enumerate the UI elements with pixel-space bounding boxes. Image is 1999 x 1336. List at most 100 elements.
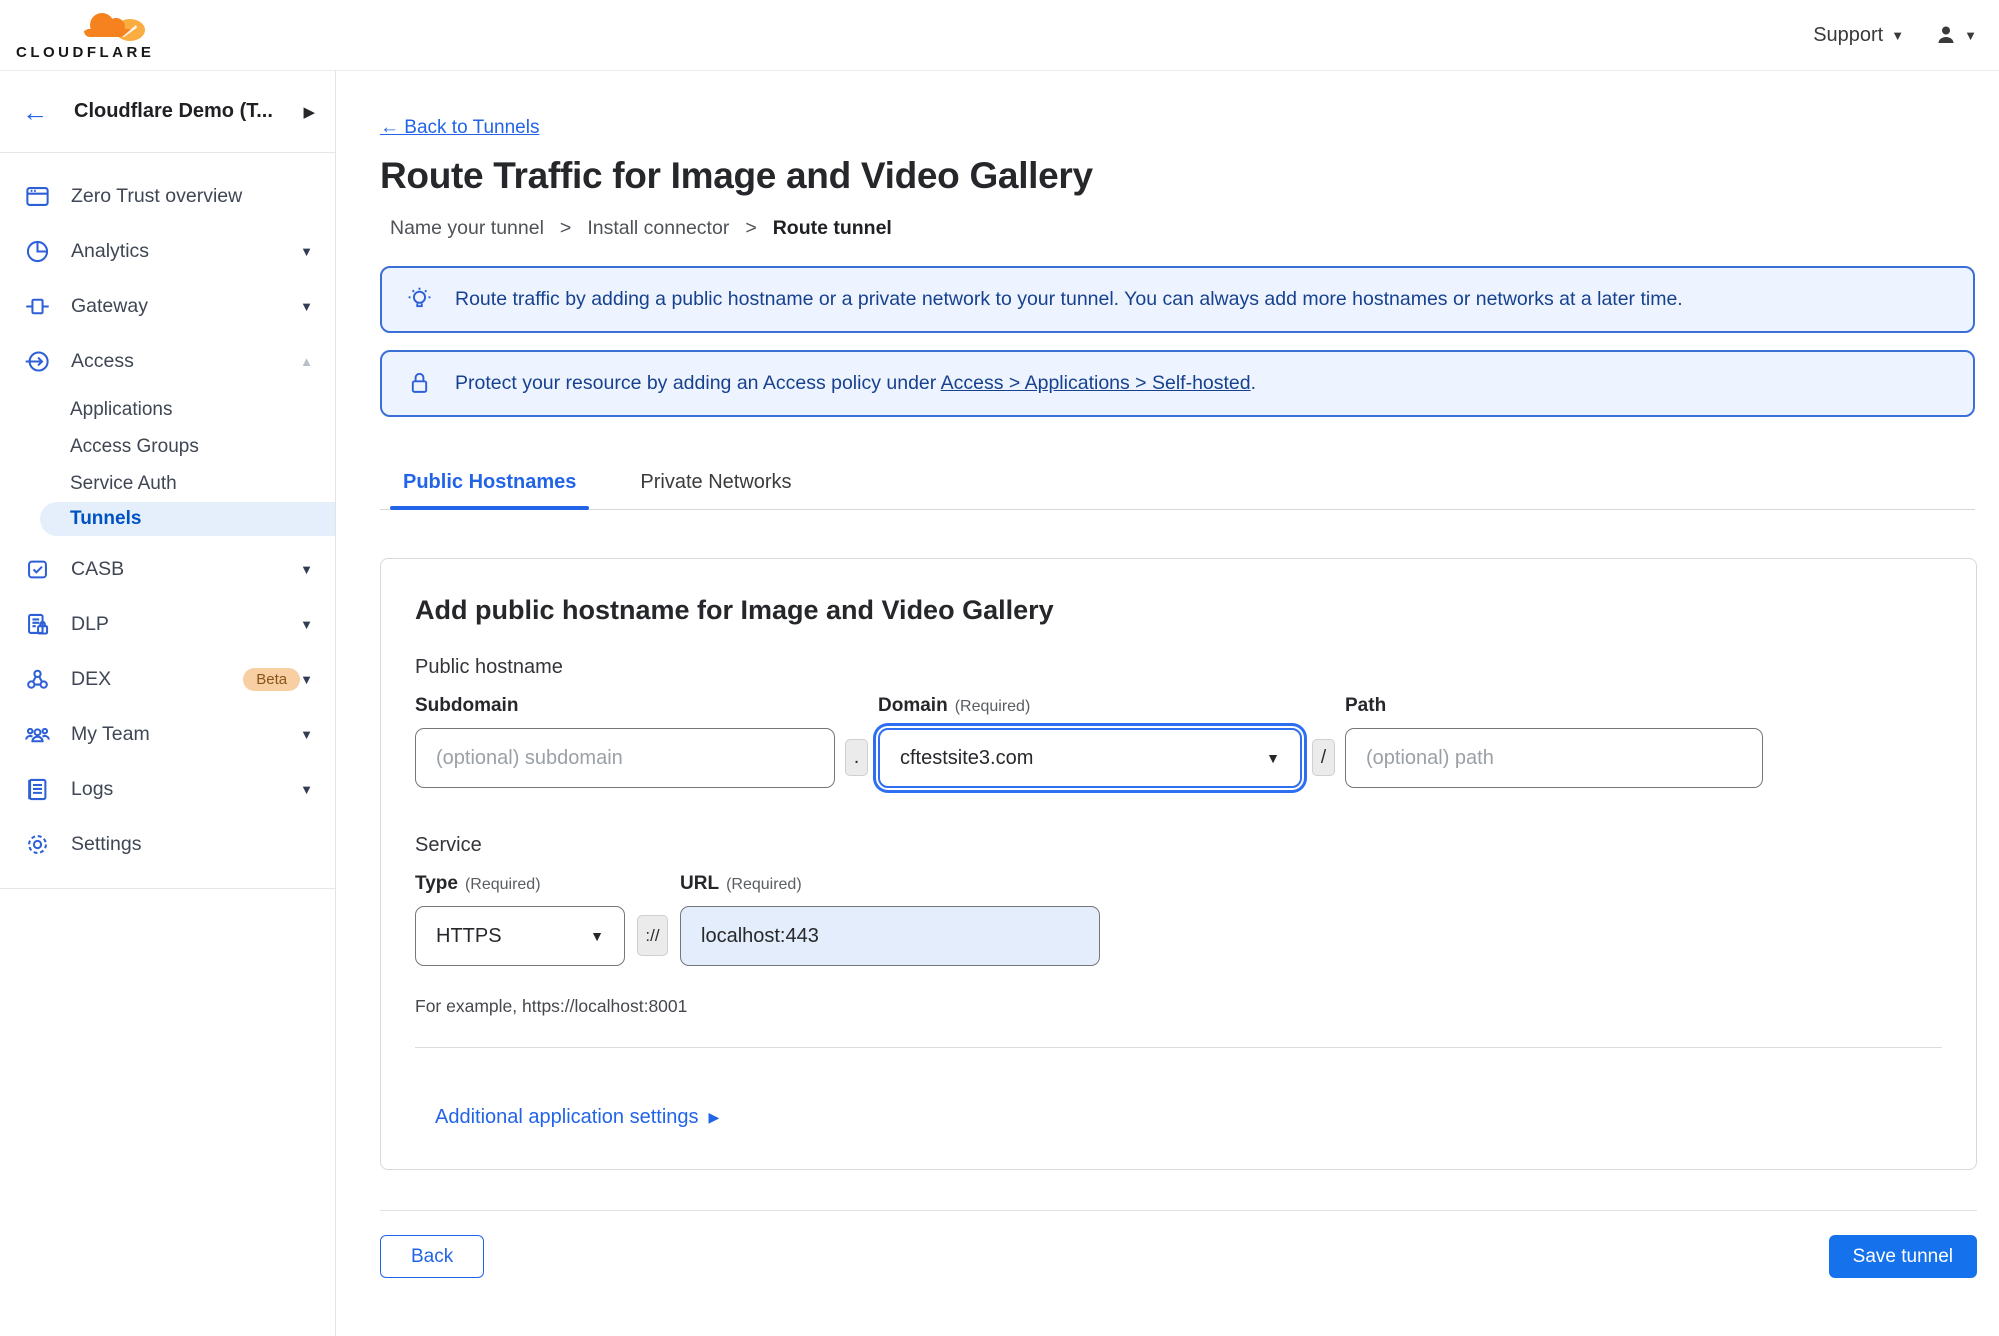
protect-banner-text: Protect your resource by adding an Acces… <box>455 372 1256 395</box>
scheme-separator: :// <box>637 915 668 956</box>
step-install-connector[interactable]: Install connector <box>587 217 729 240</box>
chevron-down-icon: ▼ <box>1891 27 1905 43</box>
sidebar-item-casb[interactable]: CASB ▼ <box>0 542 335 597</box>
main-content: ← Back to Tunnels Route Traffic for Imag… <box>336 71 1999 1336</box>
sidebar-item-label: DLP <box>71 613 109 635</box>
step-separator: > <box>559 217 572 239</box>
domain-select-value: cftestsite3.com <box>900 746 1034 769</box>
required-hint: (Required) <box>726 876 802 893</box>
step-route-tunnel: Route tunnel <box>772 217 892 239</box>
tip-banner-text: Route traffic by adding a public hostnam… <box>455 288 1683 310</box>
user-menu[interactable]: ▼ <box>1934 23 1977 47</box>
page-title: Route Traffic for Image and Video Galler… <box>380 155 1093 196</box>
document-lock-icon <box>28 613 49 635</box>
account-name: Cloudflare Demo (T... <box>74 100 273 122</box>
chevron-right-icon: ▶ <box>708 1109 720 1125</box>
hostname-field-row: Subdomain . Domain (Required) cftestsite3… <box>415 695 1942 788</box>
type-label-text: Type <box>415 873 458 894</box>
card-title: Add public hostname for Image and Video … <box>415 595 1054 625</box>
sidebar-item-dex[interactable]: DEX Beta ▼ <box>0 652 335 707</box>
chevron-down-icon: ▼ <box>1964 27 1977 43</box>
wizard-steps: Name your tunnel > Install connector > R… <box>380 217 1975 240</box>
sidebar-item-my-team[interactable]: My Team ▼ <box>0 707 335 762</box>
casb-icon <box>28 560 47 579</box>
sidebar-item-applications[interactable]: Applications <box>0 391 335 428</box>
domain-label-text: Domain <box>878 695 948 716</box>
url-field-group: URL (Required) <box>680 873 1100 966</box>
tab-public-hostnames[interactable]: Public Hostnames <box>390 471 590 510</box>
subdomain-input[interactable] <box>415 728 835 788</box>
sidebar-item-label: Zero Trust overview <box>71 185 243 207</box>
required-hint: (Required) <box>954 698 1031 715</box>
sidebar-item-logs[interactable]: Logs ▼ <box>0 762 335 817</box>
tab-private-networks[interactable]: Private Networks <box>627 471 804 509</box>
service-type-value: HTTPS <box>436 924 502 947</box>
sidebar-item-tunnels[interactable]: Tunnels <box>40 502 335 536</box>
lightbulb-icon <box>408 287 431 308</box>
support-label: Support <box>1813 23 1884 46</box>
cloudflare-logo[interactable]: CLOUDFLARE <box>16 9 156 61</box>
service-section-label: Service <box>415 834 482 856</box>
path-field-group: Path <box>1345 695 1763 788</box>
sidebar-item-dlp[interactable]: DLP ▼ <box>0 597 335 652</box>
sidebar-item-gateway[interactable]: Gateway ▼ <box>0 279 335 334</box>
chevron-down-icon: ▼ <box>300 672 313 687</box>
sidebar-nav: Zero Trust overview Analytics ▼ Gateway … <box>0 153 335 889</box>
window-icon <box>26 187 49 206</box>
back-arrow-icon[interactable]: ← <box>22 99 48 125</box>
sub-item-label: Applications <box>70 398 173 420</box>
service-type-select[interactable]: HTTPS ▼ <box>415 906 625 966</box>
sidebar-item-service-auth[interactable]: Service Auth <box>0 465 335 502</box>
sidebar-item-access-groups[interactable]: Access Groups <box>0 428 335 465</box>
sidebar: ← Cloudflare Demo (T... ▶ Zero Trust ove… <box>0 71 336 1336</box>
tab-bar: Public Hostnames Private Networks <box>380 471 1975 510</box>
account-switcher[interactable]: ← Cloudflare Demo (T... ▶ <box>0 71 335 153</box>
protect-banner: Protect your resource by adding an Acces… <box>380 350 1975 417</box>
support-menu[interactable]: Support ▼ <box>1813 24 1904 47</box>
chevron-down-icon: ▼ <box>300 727 313 742</box>
sidebar-item-label: My Team <box>71 723 150 745</box>
sidebar-item-label: Gateway <box>71 295 148 317</box>
chevron-down-icon: ▼ <box>300 782 313 797</box>
service-url-input[interactable] <box>680 906 1100 966</box>
save-tunnel-button[interactable]: Save tunnel <box>1828 1235 1977 1278</box>
sidebar-item-zero-trust-overview[interactable]: Zero Trust overview <box>0 169 335 224</box>
type-field-group: Type (Required) HTTPS ▼ <box>415 873 625 966</box>
chevron-right-icon[interactable]: ▶ <box>303 103 315 121</box>
domain-field-group: Domain (Required) cftestsite3.com ▼ <box>878 695 1302 788</box>
back-button[interactable]: Back <box>380 1235 485 1278</box>
chevron-down-icon: ▼ <box>300 562 313 577</box>
beta-badge: Beta <box>243 668 301 691</box>
additional-application-settings-link[interactable]: Additional application settings ▶ <box>435 1106 719 1129</box>
sidebar-item-settings[interactable]: Settings <box>0 817 335 872</box>
user-icon <box>1938 26 1954 43</box>
protect-banner-prefix: Protect your resource by adding an Acces… <box>455 372 937 394</box>
sub-item-label: Service Auth <box>70 472 177 494</box>
cloudflare-cloud-icon <box>84 13 145 41</box>
select-arrow-icon: ▼ <box>590 928 604 944</box>
card-divider <box>415 1047 1942 1048</box>
path-label: Path <box>1345 695 1387 716</box>
url-example-hint: For example, https://localhost:8001 <box>415 996 688 1016</box>
sidebar-item-label: DEX <box>71 668 112 690</box>
service-field-row: Type (Required) HTTPS ▼ :// URL (Required) <box>415 873 1942 966</box>
additional-settings-label: Additional application settings <box>435 1106 699 1128</box>
sidebar-item-label: CASB <box>71 558 125 580</box>
required-hint: (Required) <box>464 876 541 893</box>
domain-select[interactable]: cftestsite3.com ▼ <box>878 728 1302 788</box>
type-label: Type (Required) <box>415 873 625 895</box>
chevron-down-icon: ▼ <box>300 299 313 314</box>
sidebar-item-analytics[interactable]: Analytics ▼ <box>0 224 335 279</box>
sidebar-item-access[interactable]: Access ▲ <box>0 334 335 389</box>
path-input[interactable] <box>1345 728 1763 788</box>
public-hostname-card: Add public hostname for Image and Video … <box>380 558 1977 1170</box>
sub-item-label: Tunnels <box>70 508 142 529</box>
back-to-tunnels-link[interactable]: ← Back to Tunnels <box>380 117 539 139</box>
sidebar-divider <box>0 888 335 889</box>
step-name-your-tunnel[interactable]: Name your tunnel <box>390 217 544 240</box>
access-applications-self-hosted-link[interactable]: Access > Applications > Self-hosted <box>941 372 1251 394</box>
sidebar-item-label: Access <box>71 350 134 372</box>
protect-banner-suffix: . <box>1250 372 1257 394</box>
gear-icon <box>28 835 47 854</box>
step-separator: > <box>745 217 757 239</box>
